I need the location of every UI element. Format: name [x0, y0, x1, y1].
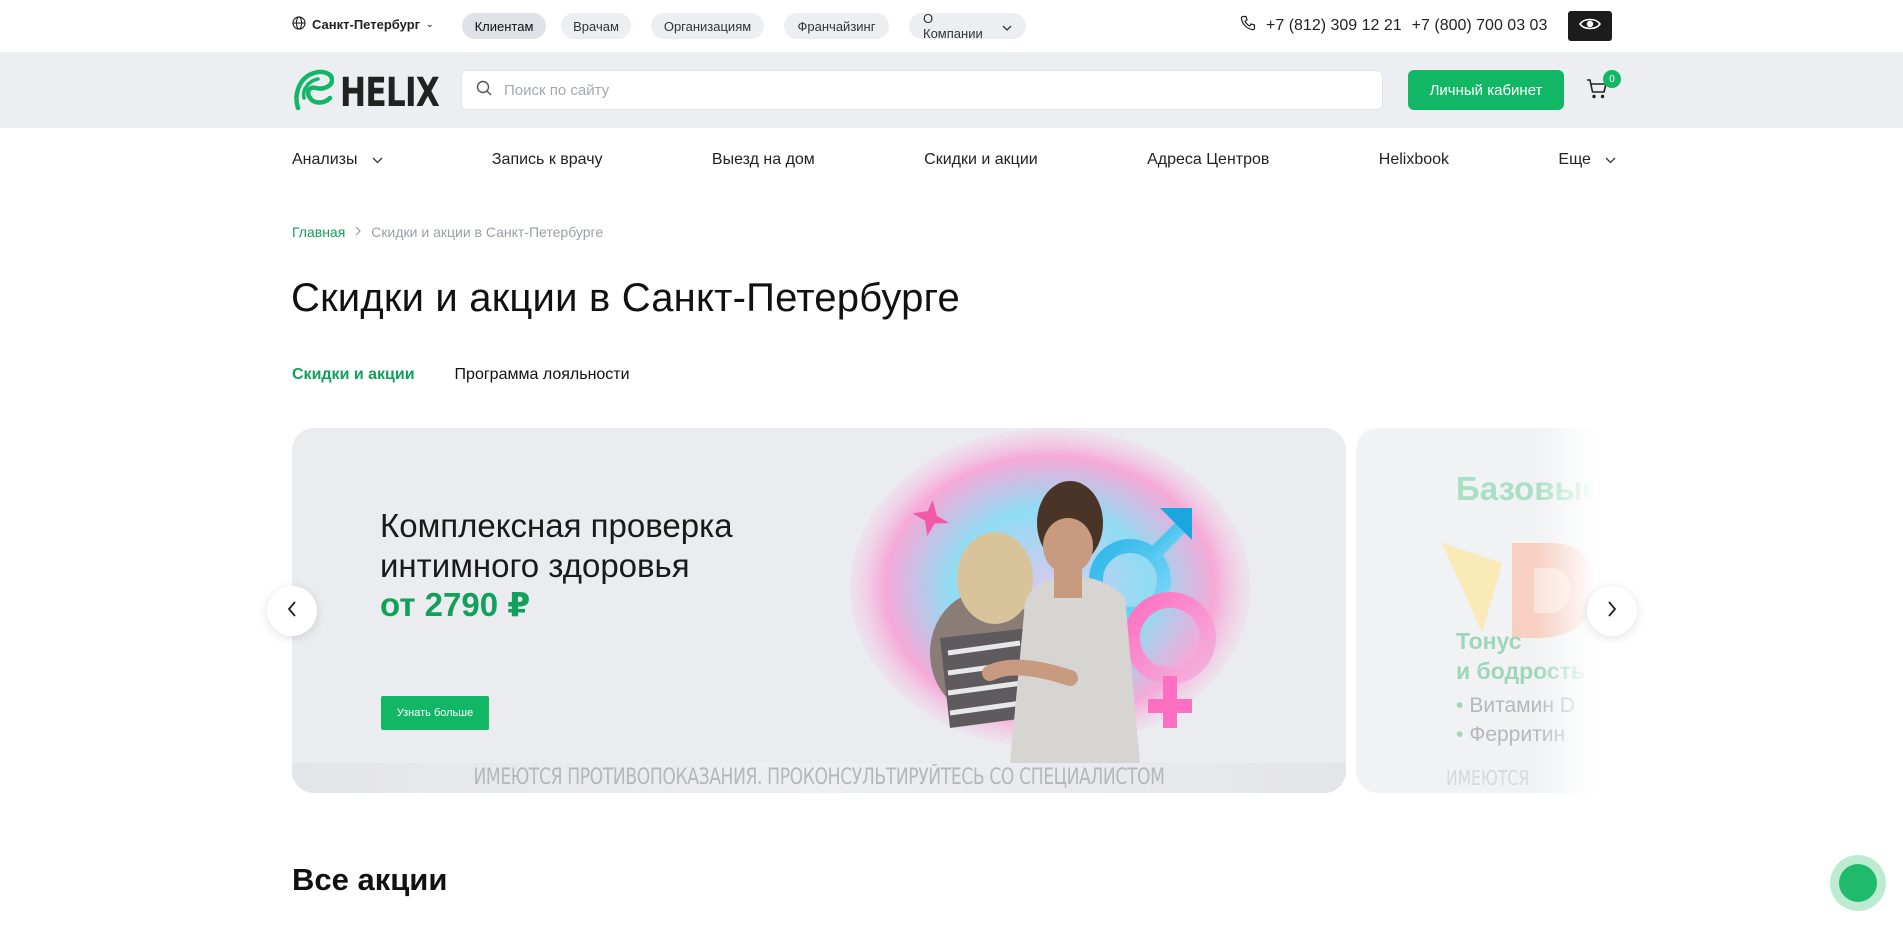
nav-item-doctor-appointment[interactable]: Запись к врачу — [492, 151, 603, 169]
nav-item-center-addresses[interactable]: Адреса Центров — [1147, 151, 1269, 169]
nav-item-label: Выезд на дом — [711, 151, 815, 168]
eye-icon — [1579, 17, 1601, 36]
chat-icon — [1839, 864, 1877, 902]
chevron-down-icon — [1002, 19, 1012, 34]
all-promotions-heading: Все акции — [292, 862, 448, 897]
chevron-down-icon — [1605, 151, 1616, 169]
personal-account-button[interactable]: Личный кабинет — [1408, 70, 1564, 110]
nav-item-more[interactable]: Еще — [1558, 151, 1616, 169]
cart-count-badge: 0 — [1603, 70, 1621, 88]
nav-item-discounts[interactable]: Скидки и акции — [924, 151, 1038, 169]
tab-doctors[interactable]: Врачам — [561, 13, 631, 39]
helix-logo[interactable]: HELIX — [292, 68, 467, 117]
promo-slide-next[interactable]: Базовые Тонус и бодрость • Витамин D • Фер… — [1356, 428, 1596, 793]
tab-organizations[interactable]: Организациям — [651, 13, 764, 39]
nav-item-label: Анализы — [292, 151, 358, 168]
breadcrumb: Главная Скидки и акции в Санкт-Петербург… — [292, 224, 603, 240]
slide-title: Комплексная проверка интимного здоровья — [380, 507, 733, 584]
about-company-dropdown[interactable]: О Компании — [909, 11, 1026, 41]
promo-slide[interactable]: Комплексная проверка интимного здоровья … — [292, 428, 1346, 793]
page-tabs: Скидки и акции Программа лояльности — [292, 366, 630, 384]
disclaimer-bar: ИМЕЮТСЯ ПРОТИВОПОКАЗАНИЯ. ПРОКОНСУЛЬТИРУ… — [292, 763, 1346, 793]
city-label: Санкт-Петербург — [312, 17, 421, 32]
top-bar: Санкт-Петербург ⌄ Клиентам Врачам Органи… — [0, 0, 1903, 52]
nav-item-label: Скидки и акции — [924, 151, 1038, 168]
search-box[interactable] — [461, 70, 1383, 110]
globe-icon — [292, 16, 306, 33]
helix-logo-icon — [292, 68, 335, 117]
logo-wordmark: HELIX — [340, 69, 440, 116]
site-header: HELIX Личный кабинет 0 — [0, 52, 1903, 128]
slider-next-button[interactable] — [1587, 586, 1637, 636]
slide-price: от 2790 ₽ — [380, 586, 531, 623]
breadcrumb-current: Скидки и акции в Санкт-Петербурге — [371, 224, 604, 240]
nav-item-home-visit[interactable]: Выезд на дом — [712, 151, 815, 169]
main-navigation: Анализы Запись к врачу Выезд на дом Скид… — [292, 128, 1616, 192]
tab-loyalty-program[interactable]: Программа лояльности — [455, 366, 630, 384]
chevron-down-icon — [372, 151, 383, 169]
search-input[interactable] — [504, 81, 1364, 99]
chevron-right-icon — [1607, 600, 1617, 622]
disclaimer-text: ИМЕЮТСЯ — [1446, 766, 1530, 790]
phone-numbers: +7 (812) 309 12 21 +7 (800) 700 03 03 — [1240, 15, 1547, 36]
nav-item-label: Адреса Центров — [1147, 151, 1270, 168]
tab-franchise[interactable]: Франчайзинг — [784, 13, 889, 39]
city-selector[interactable]: Санкт-Петербург ⌄ — [292, 16, 434, 33]
cart-button[interactable]: 0 — [1586, 70, 1621, 104]
slider-prev-button[interactable] — [267, 586, 317, 636]
chevron-down-icon: ⌄ — [426, 19, 434, 29]
nav-item-analyses[interactable]: Анализы — [292, 151, 383, 169]
accessibility-button[interactable] — [1568, 11, 1612, 41]
phone-link-spb[interactable]: +7 (812) 309 12 21 — [1266, 17, 1402, 35]
tab-clients[interactable]: Клиентам — [462, 13, 546, 39]
chevron-right-icon — [355, 225, 362, 239]
page-title: Скидки и акции в Санкт-Петербурге — [291, 276, 960, 320]
phone-icon — [1240, 15, 1256, 36]
nav-item-label: Helixbook — [1378, 151, 1450, 168]
nav-item-label: Запись к врачу — [491, 151, 603, 168]
nav-item-helixbook[interactable]: Helixbook — [1379, 151, 1449, 169]
about-company-label: О Компании — [923, 11, 983, 41]
learn-more-button[interactable]: Узнать больше — [381, 696, 489, 730]
tab-discounts[interactable]: Скидки и акции — [292, 366, 415, 384]
cart-icon — [1586, 79, 1608, 104]
nav-item-label: Еще — [1558, 151, 1591, 168]
chevron-left-icon — [287, 600, 297, 622]
breadcrumb-home-link[interactable]: Главная — [292, 224, 345, 240]
couple-illustration — [850, 428, 1250, 763]
search-icon — [476, 80, 492, 101]
chat-widget-button[interactable] — [1830, 855, 1886, 911]
phone-link-federal[interactable]: +7 (800) 700 03 03 — [1412, 17, 1548, 35]
